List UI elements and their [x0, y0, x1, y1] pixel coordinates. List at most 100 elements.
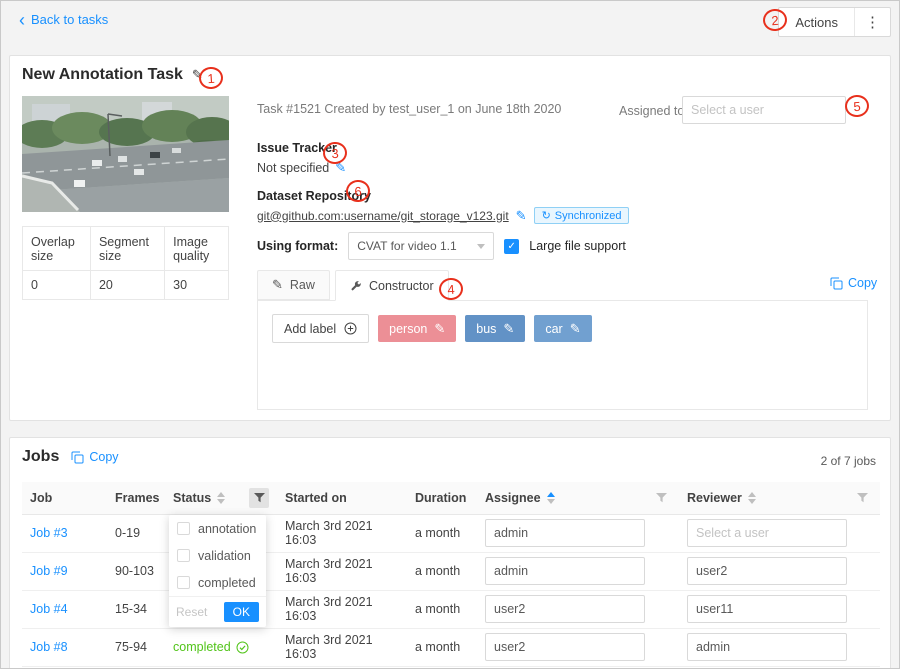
job-link[interactable]: Job #8: [30, 640, 68, 654]
traffic-scene-image: [22, 96, 229, 212]
duration-cell: a month: [407, 514, 477, 552]
checkbox-validation[interactable]: [177, 549, 190, 562]
wrench-icon: [350, 280, 362, 292]
segment-size-value: 20: [90, 271, 164, 300]
filter-option-validation[interactable]: validation: [169, 542, 266, 569]
status-completed-label: completed: [173, 640, 231, 654]
synchronized-label: Synchronized: [555, 210, 622, 222]
status-filter-icon[interactable]: [249, 488, 269, 508]
task-title: New Annotation Task: [22, 66, 183, 84]
status-cell: completed: [165, 628, 277, 666]
edit-repository-icon[interactable]: ✎: [516, 208, 527, 224]
assignee-input[interactable]: [485, 557, 645, 585]
back-to-tasks-link[interactable]: ‹ Back to tasks: [19, 12, 108, 27]
reviewer-sort-icon[interactable]: [748, 492, 756, 504]
synchronized-badge[interactable]: ↻ Synchronized: [534, 207, 630, 224]
filter-ok-button[interactable]: OK: [224, 602, 259, 622]
label-bus-name: bus: [476, 322, 496, 336]
started-cell: March 3rd 2021 16:03: [277, 590, 407, 628]
status-column-label: Status: [173, 491, 211, 505]
started-cell: March 3rd 2021 16:03: [277, 514, 407, 552]
params-value-row: 0 20 30: [23, 271, 229, 300]
large-file-support-checkbox[interactable]: ✓: [504, 239, 519, 254]
reviewer-input[interactable]: [687, 595, 847, 623]
assignee-column-label: Assignee: [485, 491, 541, 505]
large-file-support-label: Large file support: [529, 239, 626, 253]
filter-option-completed[interactable]: completed: [169, 569, 266, 596]
overlap-size-header: Overlap size: [23, 227, 91, 271]
segment-size-header: Segment size: [90, 227, 164, 271]
copy-labels-button[interactable]: Copy: [830, 276, 877, 290]
job-link[interactable]: Job #3: [30, 526, 68, 540]
assignee-sort-icon[interactable]: [547, 492, 555, 504]
image-quality-value: 30: [165, 271, 229, 300]
table-row: Job #9 90-103 March 3rd 2021 16:03 a mon…: [22, 552, 880, 590]
filter-option-annotation[interactable]: annotation: [169, 515, 266, 542]
plus-circle-icon: [344, 322, 357, 335]
filter-option-completed-label: completed: [198, 576, 256, 590]
format-select[interactable]: CVAT for video 1.1: [348, 232, 494, 260]
duration-cell: a month: [407, 590, 477, 628]
label-chip-person[interactable]: person ✎: [378, 315, 456, 342]
checkbox-completed[interactable]: [177, 576, 190, 589]
add-label-button[interactable]: Add label: [272, 314, 369, 343]
image-quality-header: Image quality: [165, 227, 229, 271]
filter-reset-button[interactable]: Reset: [176, 605, 207, 619]
params-header-row: Overlap size Segment size Image quality: [23, 227, 229, 271]
frames-cell: 75-94: [107, 628, 165, 666]
column-reviewer: Reviewer: [679, 482, 880, 514]
sync-icon: ↻: [542, 209, 551, 222]
reviewer-input[interactable]: [687, 633, 847, 661]
table-row: Job #8 75-94 completed March 3rd 2021 16…: [22, 628, 880, 666]
task-preview-image: [22, 96, 229, 212]
tab-raw[interactable]: ✎ Raw: [257, 270, 330, 300]
reviewer-column-label: Reviewer: [687, 491, 742, 505]
table-row: Job #3 0-19 March 3rd 2021 16:03 a month: [22, 514, 880, 552]
reviewer-filter-icon[interactable]: [852, 488, 872, 508]
assignee-filter-icon[interactable]: [651, 488, 671, 508]
duration-cell: a month: [407, 628, 477, 666]
overlap-size-value: 0: [23, 271, 91, 300]
assigned-to-input[interactable]: [682, 96, 846, 124]
job-link[interactable]: Job #9: [30, 564, 68, 578]
reviewer-input[interactable]: [687, 557, 847, 585]
raw-tab-pencil-icon: ✎: [272, 277, 283, 293]
label-chip-bus[interactable]: bus ✎: [465, 315, 525, 342]
checkbox-annotation[interactable]: [177, 522, 190, 535]
status-sort-icon[interactable]: [217, 492, 225, 504]
task-details-card: New Annotation Task ✎: [9, 55, 891, 421]
dataset-repository-row: git@github.com:username/git_storage_v123…: [257, 207, 629, 224]
assignee-input[interactable]: [485, 519, 645, 547]
job-link[interactable]: Job #4: [30, 602, 68, 616]
back-to-tasks-label: Back to tasks: [31, 12, 108, 27]
edit-label-car-icon[interactable]: ✎: [570, 321, 581, 337]
column-job: Job: [22, 482, 107, 514]
raw-tab-label: Raw: [290, 278, 315, 292]
started-cell: March 3rd 2021 16:03: [277, 628, 407, 666]
reviewer-input[interactable]: [687, 519, 847, 547]
label-chip-car[interactable]: car ✎: [534, 315, 591, 342]
tab-constructor[interactable]: Constructor: [335, 270, 449, 301]
format-row: Using format: CVAT for video 1.1 ✓ Large…: [257, 232, 626, 260]
actions-label[interactable]: Actions: [779, 15, 854, 30]
copy-labels-label: Copy: [848, 276, 877, 290]
chevron-down-icon: [477, 244, 485, 249]
issue-tracker-value: Not specified: [257, 161, 329, 175]
format-select-value: CVAT for video 1.1: [357, 239, 456, 253]
assignee-input[interactable]: [485, 633, 645, 661]
copy-icon: [71, 451, 84, 464]
frames-cell: 0-19: [107, 514, 165, 552]
frames-cell: 15-34: [107, 590, 165, 628]
assigned-to-label: Assigned to: [619, 104, 684, 118]
actions-button[interactable]: Actions ⋮: [778, 7, 891, 37]
copy-jobs-button[interactable]: Copy: [71, 450, 118, 464]
using-format-label: Using format:: [257, 239, 338, 253]
more-actions-icon[interactable]: ⋮: [855, 13, 890, 31]
edit-label-bus-icon[interactable]: ✎: [503, 321, 514, 337]
assignee-input[interactable]: [485, 595, 645, 623]
jobs-card: Jobs Copy 2 of 7 jobs Job Frames: [9, 437, 891, 669]
edit-label-person-icon[interactable]: ✎: [434, 321, 445, 337]
task-details-page: ‹ Back to tasks Actions ⋮ New Annotation…: [0, 0, 900, 669]
filter-dropdown-footer: Reset OK: [169, 596, 266, 627]
column-status: Status: [165, 482, 277, 514]
